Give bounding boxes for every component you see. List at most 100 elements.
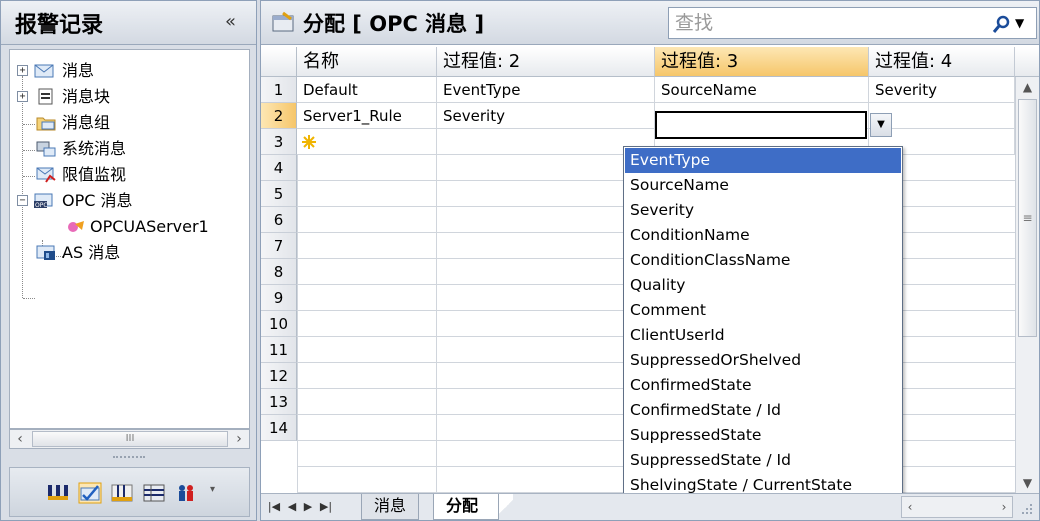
search-icon[interactable]	[991, 14, 1011, 34]
column-header-process-value-2[interactable]: 过程值: 2	[437, 47, 655, 77]
row-header[interactable]: 5	[261, 181, 297, 207]
row-header[interactable]: 9	[261, 285, 297, 311]
assignment-editor: 分配 [ OPC 消息 ] ▼ 名称 过程值: 2 过程值: 3 过程值: 4 …	[260, 0, 1040, 521]
row-header[interactable]: 12	[261, 363, 297, 389]
editor-title: 分配 [ OPC 消息 ]	[303, 12, 485, 36]
scroll-left-icon[interactable]: ‹	[902, 497, 918, 517]
scroll-thumb[interactable]: ≡	[1018, 99, 1037, 337]
dropdown-option[interactable]: ConfirmedState	[625, 373, 901, 398]
dropdown-option[interactable]: ConditionName	[625, 223, 901, 248]
tree-item-limit-monitoring[interactable]: 限值监视	[10, 162, 248, 188]
tree-item-label: AS 消息	[62, 243, 121, 262]
tree-item-label: 消息	[62, 61, 95, 80]
table-cell-name[interactable]: Server1_Rule	[297, 103, 437, 129]
dropdown-option[interactable]: Quality	[625, 273, 901, 298]
new-row-icon	[302, 135, 316, 149]
tree-item-opcuaserver1[interactable]: OPCUAServer1	[10, 214, 248, 240]
tab-messages[interactable]: 消息	[361, 494, 420, 520]
table-cell-pv2[interactable]: EventType	[437, 77, 655, 103]
resize-grip-icon[interactable]	[1018, 500, 1034, 516]
tree-item-label: 限值监视	[62, 165, 127, 184]
grid-horizontal-scrollbar[interactable]: ‹ ›	[901, 496, 1013, 518]
expand-plus-icon[interactable]: +	[17, 65, 28, 76]
process-value-dropdown[interactable]: EventType SourceName Severity ConditionN…	[623, 146, 903, 499]
columns-view-icon[interactable]	[110, 482, 134, 504]
collapse-button[interactable]: «	[225, 11, 236, 32]
dropdown-option[interactable]: Severity	[625, 198, 901, 223]
combo-dropdown-button[interactable]: ▼	[870, 113, 892, 137]
editor-header: 分配 [ OPC 消息 ] ▼	[261, 1, 1039, 45]
limit-monitor-icon	[36, 167, 56, 183]
tree-horizontal-scrollbar[interactable]: ‹ III ›	[9, 429, 250, 449]
tree-item-opc-messages[interactable]: − OPC OPC 消息	[10, 188, 248, 214]
search-box[interactable]: ▼	[668, 7, 1037, 39]
table-cell-pv2[interactable]: Severity	[437, 103, 655, 129]
row-header[interactable]: 13	[261, 389, 297, 415]
last-tab-icon[interactable]: ▶|	[319, 498, 333, 516]
row-header[interactable]: 7	[261, 233, 297, 259]
dropdown-option[interactable]: ConfirmedState / Id	[625, 398, 901, 423]
dropdown-option[interactable]: ClientUserId	[625, 323, 901, 348]
assignment-view-icon[interactable]	[78, 482, 102, 504]
row-header[interactable]: 8	[261, 259, 297, 285]
tree-item-label: 系统消息	[62, 139, 127, 158]
scroll-right-icon[interactable]: ›	[996, 497, 1012, 517]
list-icon	[38, 88, 53, 105]
tree-item-system-messages[interactable]: 系统消息	[10, 136, 248, 162]
tree-item-message-groups[interactable]: 消息组	[10, 110, 248, 136]
table-cell-pv3[interactable]: SourceName	[655, 77, 869, 103]
alarm-list-view-icon[interactable]	[46, 482, 70, 504]
table-cell-name[interactable]: Default	[297, 77, 437, 103]
next-tab-icon[interactable]: ▶	[301, 498, 315, 516]
tree-item-messages[interactable]: + 消息	[10, 58, 248, 84]
column-header-process-value-4[interactable]: 过程值: 4	[869, 47, 1015, 77]
column-header-process-value-3[interactable]: 过程值: 3	[655, 47, 869, 77]
row-header[interactable]: 1	[261, 77, 297, 103]
dropdown-option[interactable]: SuppressedState / Id	[625, 448, 901, 473]
expand-plus-icon[interactable]: +	[17, 91, 28, 102]
dropdown-option[interactable]: SuppressedState	[625, 423, 901, 448]
previous-tab-icon[interactable]: ◀	[285, 498, 299, 516]
scroll-thumb[interactable]: III	[32, 431, 228, 447]
column-header-name[interactable]: 名称	[297, 47, 437, 77]
column-divider	[436, 155, 437, 493]
table-cell-pv4[interactable]: Severity	[869, 77, 1015, 103]
scroll-left-icon[interactable]: ‹	[10, 430, 30, 448]
vertical-scrollbar[interactable]: ▲ ≡ ▼	[1015, 77, 1039, 493]
toolbar-overflow-icon[interactable]: ▾	[210, 484, 215, 495]
dropdown-option[interactable]: Comment	[625, 298, 901, 323]
dropdown-option[interactable]: SuppressedOrShelved	[625, 348, 901, 373]
scroll-down-icon[interactable]: ▼	[1016, 473, 1039, 493]
tree-item-label: 消息组	[62, 113, 111, 132]
first-tab-icon[interactable]: |◀	[267, 498, 281, 516]
scroll-up-icon[interactable]: ▲	[1016, 77, 1039, 97]
row-header[interactable]: 3	[261, 129, 297, 155]
tree-item-label: OPCUAServer1	[90, 217, 209, 236]
new-row-cell[interactable]	[297, 129, 437, 155]
dropdown-option[interactable]: EventType	[625, 148, 901, 173]
chevron-down-icon[interactable]: ▼	[1015, 16, 1024, 30]
tab-assignment[interactable]: 分配	[433, 494, 499, 520]
splitter-grip[interactable]	[113, 456, 145, 458]
search-input[interactable]	[675, 11, 975, 35]
row-header[interactable]: 14	[261, 415, 297, 441]
row-header[interactable]: 2	[261, 103, 297, 129]
row-header[interactable]: 10	[261, 311, 297, 337]
dropdown-option[interactable]: ConditionClassName	[625, 248, 901, 273]
tree-item-as-messages[interactable]: AS 消息	[10, 240, 248, 266]
collapse-minus-icon[interactable]: −	[17, 195, 28, 206]
panel-title: 报警记录	[15, 13, 104, 38]
table-view-icon[interactable]	[142, 482, 166, 504]
row-header[interactable]: 6	[261, 207, 297, 233]
alarm-logging-panel: 报警记录 « + 消息 + 消息块 消息组 系统消息 限值监视 − OPC OP…	[0, 0, 257, 521]
folder-envelope-icon	[36, 117, 56, 131]
tree-connector	[23, 298, 35, 299]
tree-item-message-blocks[interactable]: + 消息块	[10, 84, 248, 110]
users-view-icon[interactable]	[174, 482, 198, 504]
process-value-combo-input[interactable]	[655, 111, 867, 139]
tab-edge	[499, 494, 513, 520]
scroll-right-icon[interactable]: ›	[229, 430, 249, 448]
row-header[interactable]: 4	[261, 155, 297, 181]
row-header[interactable]: 11	[261, 337, 297, 363]
dropdown-option[interactable]: SourceName	[625, 173, 901, 198]
